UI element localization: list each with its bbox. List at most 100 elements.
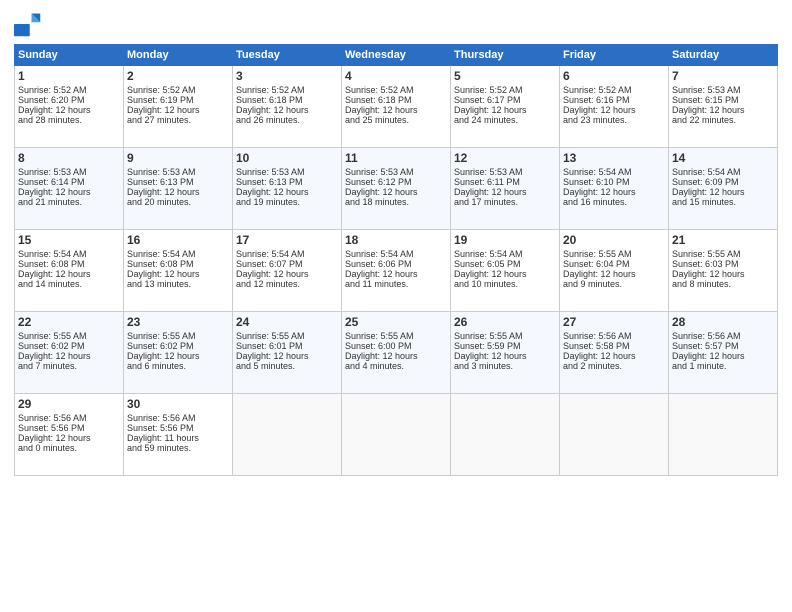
day-number: 27 bbox=[563, 315, 665, 329]
col-saturday: Saturday bbox=[669, 45, 778, 66]
day-info: and 3 minutes. bbox=[454, 361, 556, 371]
day-number: 8 bbox=[18, 151, 120, 165]
day-info: Daylight: 12 hours bbox=[127, 105, 229, 115]
day-number: 17 bbox=[236, 233, 338, 247]
day-info: Sunset: 6:19 PM bbox=[127, 95, 229, 105]
day-number: 4 bbox=[345, 69, 447, 83]
day-info: and 2 minutes. bbox=[563, 361, 665, 371]
day-info: Sunrise: 5:53 AM bbox=[127, 167, 229, 177]
calendar-cell: 12Sunrise: 5:53 AMSunset: 6:11 PMDayligh… bbox=[451, 148, 560, 230]
calendar-cell: 24Sunrise: 5:55 AMSunset: 6:01 PMDayligh… bbox=[233, 312, 342, 394]
day-number: 20 bbox=[563, 233, 665, 247]
day-info: Sunrise: 5:54 AM bbox=[454, 249, 556, 259]
day-info: and 26 minutes. bbox=[236, 115, 338, 125]
day-number: 26 bbox=[454, 315, 556, 329]
calendar-cell: 23Sunrise: 5:55 AMSunset: 6:02 PMDayligh… bbox=[124, 312, 233, 394]
day-info: Daylight: 12 hours bbox=[454, 351, 556, 361]
day-info: Daylight: 12 hours bbox=[345, 187, 447, 197]
day-info: Daylight: 12 hours bbox=[563, 105, 665, 115]
day-number: 3 bbox=[236, 69, 338, 83]
day-info: Sunset: 6:01 PM bbox=[236, 341, 338, 351]
calendar-cell: 4Sunrise: 5:52 AMSunset: 6:18 PMDaylight… bbox=[342, 66, 451, 148]
calendar-cell: 15 Sunrise: 5:54 AMSunset: 6:08 PMDayligh… bbox=[15, 230, 124, 312]
day-info: Daylight: 12 hours bbox=[18, 105, 120, 115]
day-info: Sunrise: 5:55 AM bbox=[454, 331, 556, 341]
day-info: Daylight: 12 hours bbox=[672, 187, 774, 197]
calendar-week-4: 22Sunrise: 5:55 AMSunset: 6:02 PMDayligh… bbox=[15, 312, 778, 394]
day-number: 18 bbox=[345, 233, 447, 247]
day-info: and 13 minutes. bbox=[127, 279, 229, 289]
day-info: and 8 minutes. bbox=[672, 279, 774, 289]
day-info: and 19 minutes. bbox=[236, 197, 338, 207]
day-info: Sunrise: 5:53 AM bbox=[672, 85, 774, 95]
day-info: Daylight: 12 hours bbox=[454, 105, 556, 115]
day-info: Sunset: 5:57 PM bbox=[672, 341, 774, 351]
day-info: Sunset: 6:12 PM bbox=[345, 177, 447, 187]
day-number: 10 bbox=[236, 151, 338, 165]
day-info: Sunrise: 5:52 AM bbox=[236, 85, 338, 95]
day-info: and 5 minutes. bbox=[236, 361, 338, 371]
day-info: Sunrise: 5:55 AM bbox=[127, 331, 229, 341]
day-info: Sunset: 6:16 PM bbox=[563, 95, 665, 105]
day-info: Sunrise: 5:55 AM bbox=[672, 249, 774, 259]
calendar-cell: 20Sunrise: 5:55 AMSunset: 6:04 PMDayligh… bbox=[560, 230, 669, 312]
calendar-cell: 29Sunrise: 5:56 AMSunset: 5:56 PMDayligh… bbox=[15, 394, 124, 476]
day-info: Sunrise: 5:52 AM bbox=[454, 85, 556, 95]
day-info: Daylight: 12 hours bbox=[18, 269, 120, 279]
day-info: and 15 minutes. bbox=[672, 197, 774, 207]
day-info: Sunset: 6:15 PM bbox=[672, 95, 774, 105]
day-info: and 20 minutes. bbox=[127, 197, 229, 207]
calendar-cell: 16Sunrise: 5:54 AMSunset: 6:08 PMDayligh… bbox=[124, 230, 233, 312]
day-info: and 28 minutes. bbox=[18, 115, 120, 125]
day-info: Daylight: 12 hours bbox=[345, 105, 447, 115]
day-info: and 27 minutes. bbox=[127, 115, 229, 125]
day-info: Sunset: 5:56 PM bbox=[127, 423, 229, 433]
day-info: Sunrise: 5:52 AM bbox=[127, 85, 229, 95]
calendar-cell: 1Sunrise: 5:52 AMSunset: 6:20 PMDaylight… bbox=[15, 66, 124, 148]
day-info: Sunset: 6:18 PM bbox=[236, 95, 338, 105]
day-info: Sunset: 6:07 PM bbox=[236, 259, 338, 269]
day-info: Daylight: 12 hours bbox=[236, 269, 338, 279]
calendar-cell bbox=[451, 394, 560, 476]
calendar-week-3: 15Sunrise: 5:54 AMSunset: 6:08 PMDayligh… bbox=[15, 230, 778, 312]
day-number: 24 bbox=[236, 315, 338, 329]
day-info: Daylight: 12 hours bbox=[18, 351, 120, 361]
calendar-cell: 2 Sunrise: 5:52 AMSunset: 6:19 PMDaylight… bbox=[124, 66, 233, 148]
day-info: Daylight: 12 hours bbox=[18, 433, 120, 443]
logo-icon bbox=[14, 10, 42, 38]
day-info: Sunset: 6:08 PM bbox=[18, 259, 120, 269]
day-info: Daylight: 12 hours bbox=[236, 105, 338, 115]
day-info: Sunrise: 5:55 AM bbox=[236, 331, 338, 341]
day-info: and 16 minutes. bbox=[563, 197, 665, 207]
calendar-cell: 10Sunrise: 5:53 AMSunset: 6:13 PMDayligh… bbox=[233, 148, 342, 230]
day-info: and 7 minutes. bbox=[18, 361, 120, 371]
day-info: Sunrise: 5:53 AM bbox=[18, 167, 120, 177]
day-info: Sunset: 6:20 PM bbox=[18, 95, 120, 105]
calendar-cell: 11Sunrise: 5:53 AMSunset: 6:12 PMDayligh… bbox=[342, 148, 451, 230]
day-number: 2 bbox=[127, 69, 229, 83]
calendar-table: Sunday Monday Tuesday Wednesday Thursday… bbox=[14, 44, 778, 476]
day-info: Daylight: 12 hours bbox=[454, 269, 556, 279]
day-info: Sunset: 6:17 PM bbox=[454, 95, 556, 105]
day-info: Daylight: 12 hours bbox=[127, 187, 229, 197]
day-info: Sunset: 6:14 PM bbox=[18, 177, 120, 187]
calendar-cell: 5Sunrise: 5:52 AMSunset: 6:17 PMDaylight… bbox=[451, 66, 560, 148]
day-info: Sunrise: 5:54 AM bbox=[18, 249, 120, 259]
col-sunday: Sunday bbox=[15, 45, 124, 66]
day-info: Sunrise: 5:56 AM bbox=[127, 413, 229, 423]
day-info: Daylight: 12 hours bbox=[563, 269, 665, 279]
day-info: and 10 minutes. bbox=[454, 279, 556, 289]
day-info: and 23 minutes. bbox=[563, 115, 665, 125]
day-info: Sunrise: 5:53 AM bbox=[345, 167, 447, 177]
day-info: Sunrise: 5:52 AM bbox=[18, 85, 120, 95]
day-info: Daylight: 12 hours bbox=[563, 187, 665, 197]
day-info: Daylight: 12 hours bbox=[345, 351, 447, 361]
day-info: and 59 minutes. bbox=[127, 443, 229, 453]
day-info: Sunrise: 5:53 AM bbox=[236, 167, 338, 177]
day-info: Sunset: 6:05 PM bbox=[454, 259, 556, 269]
day-info: Sunset: 6:13 PM bbox=[127, 177, 229, 187]
day-info: Sunrise: 5:54 AM bbox=[345, 249, 447, 259]
day-info: Daylight: 12 hours bbox=[672, 269, 774, 279]
day-info: Sunset: 6:00 PM bbox=[345, 341, 447, 351]
day-number: 15 bbox=[18, 233, 120, 247]
